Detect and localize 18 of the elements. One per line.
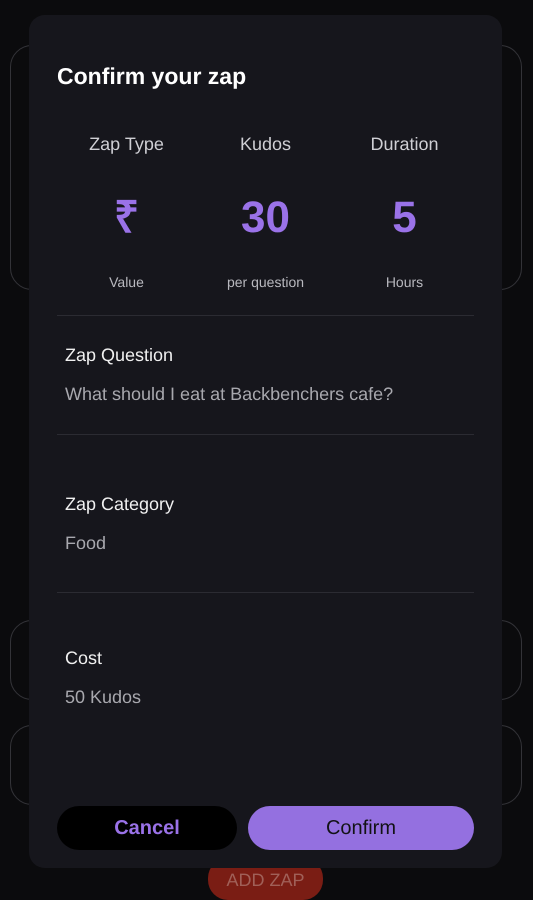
stat-label: Kudos (240, 132, 292, 156)
section-value: Food (65, 532, 108, 556)
cancel-button[interactable]: Cancel (57, 806, 237, 850)
stat-value: 30 (241, 196, 290, 240)
stat-label: Duration (370, 132, 439, 156)
section-label: Cost (65, 647, 104, 670)
section-value: 50 Kudos (65, 686, 142, 710)
dialog-title: Confirm your zap (57, 63, 248, 91)
stat-value: ₹ (114, 196, 139, 240)
section-label: Zap Category (65, 493, 176, 516)
section-value: What should I eat at Backbenchers cafe? (65, 382, 394, 406)
stat-caption: Value (109, 272, 144, 292)
stat-caption: per question (226, 272, 304, 292)
confirm-button[interactable]: Confirm (248, 806, 474, 850)
stat-value: 5 (392, 196, 417, 240)
section-label: Zap Question (65, 344, 174, 367)
stat-label: Zap Type (89, 132, 164, 156)
stat-caption: Hours (386, 272, 424, 292)
